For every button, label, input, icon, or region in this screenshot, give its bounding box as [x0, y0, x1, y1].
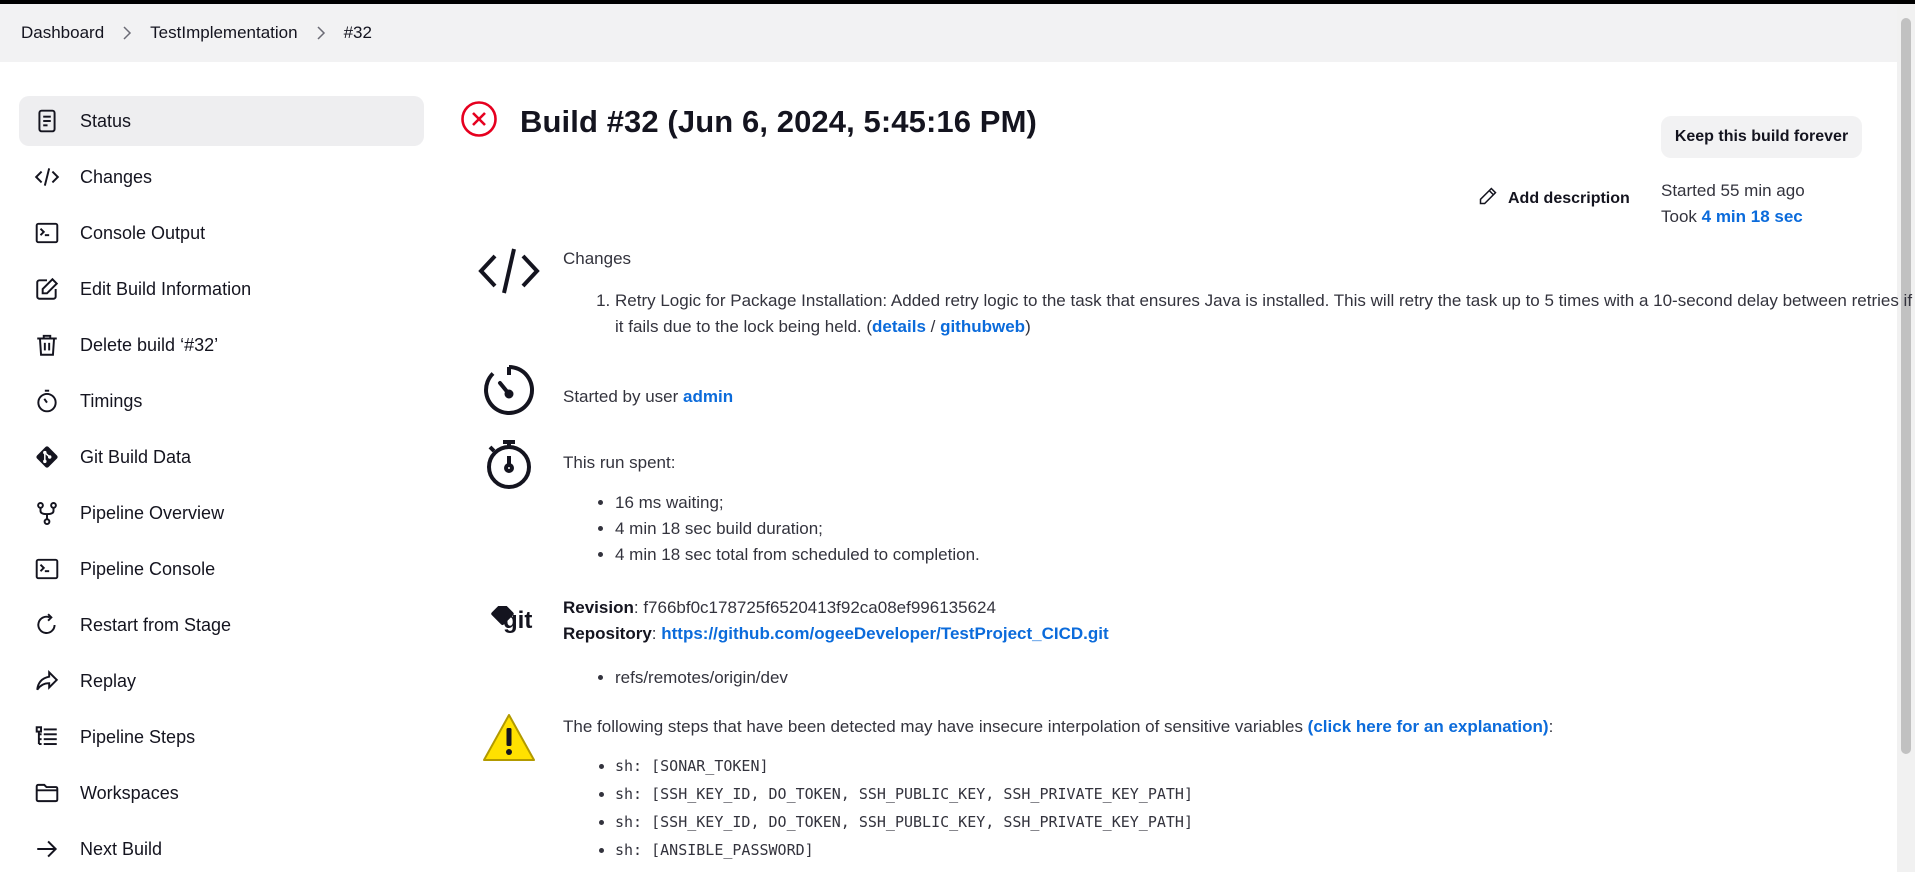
sidebar-item-label: Status [80, 110, 132, 131]
git-section: git Revision: f766bf0c178725f6520413f92c… [475, 595, 1109, 691]
warning-section: The following steps that have been detec… [475, 712, 1553, 864]
sidebar-item-next-build[interactable]: Next Build [19, 824, 424, 872]
run-spent-heading: This run spent: [563, 453, 676, 472]
sidebar-item-label: Timings [80, 390, 143, 411]
branch-icon [33, 499, 61, 527]
repository-label: Repository [563, 624, 652, 643]
warning-icon [475, 712, 543, 772]
change-item: Retry Logic for Package Installation: Ad… [615, 288, 1915, 340]
scrollbar[interactable] [1897, 4, 1915, 872]
sidebar-item-label: Delete build ‘#32’ [80, 334, 219, 355]
sidebar-item-edit-build-information[interactable]: Edit Build Information [19, 264, 424, 314]
list-item: 4 min 18 sec total from scheduled to com… [615, 542, 980, 568]
folder-icon [33, 779, 61, 807]
list-icon [33, 723, 61, 751]
sidebar-item-timings[interactable]: Timings [19, 376, 424, 426]
list-item: 16 ms waiting; [615, 490, 980, 516]
stopwatch-icon [475, 438, 543, 498]
breadcrumb-build[interactable]: #32 [344, 23, 372, 43]
sidebar-item-delete-build[interactable]: Delete build ‘#32’ [19, 320, 424, 370]
warning-text: The following steps that have been detec… [563, 717, 1308, 736]
build-timing-info: Started 55 min ago Took 4 min 18 sec [1661, 178, 1805, 230]
changes-section: Changes Retry Logic for Package Installa… [475, 246, 1915, 340]
started-by-prefix: Started by user [563, 387, 684, 406]
branch-item: refs/remotes/origin/dev [615, 665, 1109, 691]
sidebar-item-pipeline-console[interactable]: Pipeline Console [19, 544, 424, 594]
code-icon [475, 246, 543, 306]
pencil-icon [1478, 186, 1508, 211]
stopwatch-icon [33, 387, 61, 415]
sidebar-item-status[interactable]: Status [19, 96, 424, 146]
chevron-right-icon [316, 26, 326, 40]
sidebar-item-label: Edit Build Information [80, 278, 252, 299]
code-icon [33, 163, 61, 191]
insecure-step: sh: [SSH_KEY_ID, DO_TOKEN, SSH_PUBLIC_KE… [615, 808, 1553, 836]
took-prefix: Took [1661, 207, 1702, 226]
sidebar-item-console-output[interactable]: Console Output [19, 208, 424, 258]
change-message: Retry Logic for Package Installation: Ad… [615, 291, 1913, 336]
sidebar-item-restart-from-stage[interactable]: Restart from Stage [19, 600, 424, 650]
git-icon [33, 443, 61, 471]
terminal-icon [33, 555, 61, 583]
sidebar-item-changes[interactable]: Changes [19, 152, 424, 202]
chevron-right-icon [122, 26, 132, 40]
list-item: 4 min 18 sec build duration; [615, 516, 980, 542]
keep-build-forever-button[interactable]: Keep this build forever [1661, 116, 1862, 158]
sidebar-item-workspaces[interactable]: Workspaces [19, 768, 424, 818]
failed-status-icon [460, 100, 498, 143]
git-logo: git [475, 595, 543, 647]
build-header: Build #32 (Jun 6, 2024, 5:45:16 PM) [460, 100, 1037, 143]
details-link[interactable]: details [872, 317, 926, 336]
revision-value: f766bf0c178725f6520413f92ca08ef996135624 [643, 598, 996, 617]
insecure-step: sh: [SSH_KEY_ID, DO_TOKEN, SSH_PUBLIC_KE… [615, 780, 1553, 808]
sidebar-item-label: Pipeline Overview [80, 502, 225, 523]
sidebar-item-label: Pipeline Steps [80, 726, 196, 747]
githubweb-link[interactable]: githubweb [940, 317, 1025, 336]
speedometer-icon [475, 364, 543, 424]
arrow-right-icon [33, 835, 61, 863]
restart-icon [33, 611, 61, 639]
sidebar-item-pipeline-steps[interactable]: Pipeline Steps [19, 712, 424, 762]
sidebar: Status Changes Console Output Edit Build… [19, 96, 424, 872]
terminal-icon [33, 219, 61, 247]
revision-label: Revision [563, 598, 634, 617]
warning-suffix: : [1548, 717, 1554, 736]
sidebar-item-label: Pipeline Console [80, 558, 216, 579]
page-title: Build #32 (Jun 6, 2024, 5:45:16 PM) [520, 103, 1037, 139]
sidebar-item-label: Console Output [80, 222, 206, 243]
add-description-label: Add description [1508, 189, 1630, 207]
run-spent-section: This run spent: 16 ms waiting; 4 min 18 … [475, 438, 980, 568]
breadcrumb-dashboard[interactable]: Dashboard [21, 23, 104, 43]
sidebar-item-label: Replay [80, 670, 137, 691]
document-icon [33, 107, 61, 135]
sidebar-item-label: Workspaces [80, 782, 179, 803]
changes-heading: Changes [563, 249, 632, 268]
insecure-step: sh: [ANSIBLE_PASSWORD] [615, 836, 1553, 864]
edit-icon [33, 275, 61, 303]
add-description-button[interactable]: Add description [1478, 186, 1630, 211]
git-logo-text: git [503, 607, 532, 634]
replay-icon [33, 667, 61, 695]
sidebar-item-label: Git Build Data [80, 446, 192, 467]
sidebar-item-pipeline-overview[interactable]: Pipeline Overview [19, 488, 424, 538]
repository-link[interactable]: https://github.com/ogeeDeveloper/TestPro… [661, 624, 1108, 643]
started-ago: Started 55 min ago [1661, 181, 1805, 200]
scrollbar-thumb[interactable] [1901, 18, 1911, 754]
took-duration-link[interactable]: 4 min 18 sec [1702, 207, 1803, 226]
sidebar-item-git-build-data[interactable]: Git Build Data [19, 432, 424, 482]
sidebar-item-replay[interactable]: Replay [19, 656, 424, 706]
sidebar-item-label: Changes [80, 166, 153, 187]
started-by-section: Started by user admin [475, 364, 733, 424]
close-paren: ) [1025, 317, 1031, 336]
breadcrumb-job[interactable]: TestImplementation [150, 23, 297, 43]
breadcrumb: Dashboard TestImplementation #32 [0, 4, 1897, 62]
sidebar-item-label: Next Build [80, 838, 163, 859]
link-separator: / [925, 317, 941, 336]
trash-icon [33, 331, 61, 359]
user-link[interactable]: admin [683, 387, 733, 406]
sidebar-item-label: Restart from Stage [80, 614, 232, 635]
insecure-step: sh: [SONAR_TOKEN] [615, 752, 1553, 780]
explanation-link[interactable]: (click here for an explanation) [1308, 717, 1549, 736]
